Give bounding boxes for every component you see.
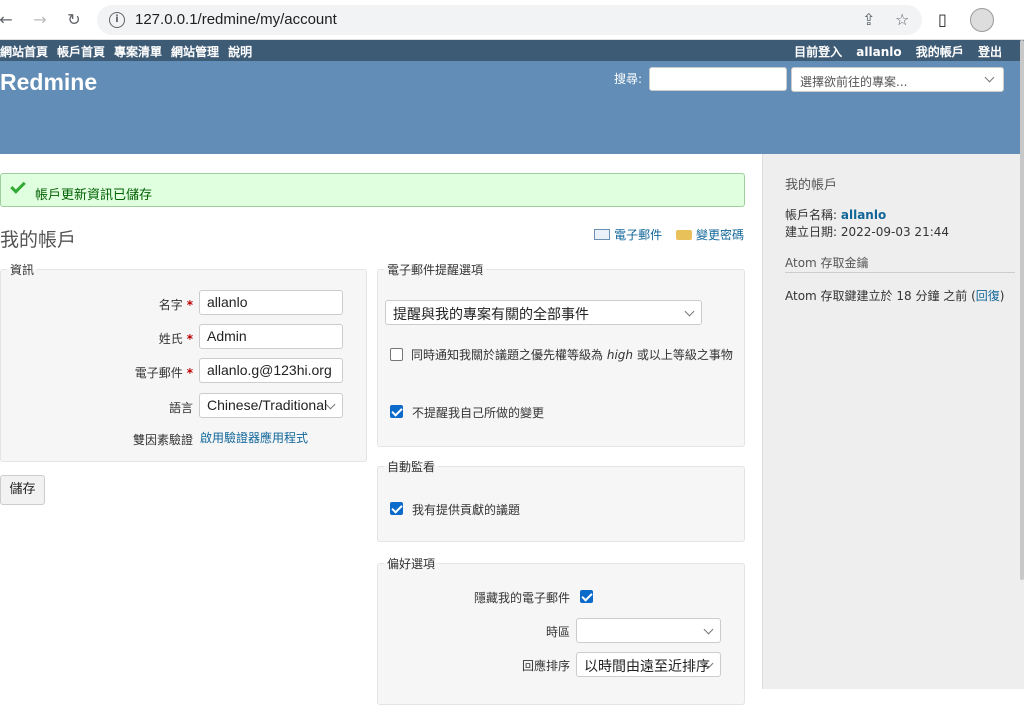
- logged-in-prefix: 目前登入: [794, 45, 843, 59]
- language-label: 語言: [168, 401, 193, 415]
- sidebar: 我的帳戶 帳戶名稱: allanlo 建立日期: 2022-09-03 21:4…: [762, 154, 1024, 689]
- sidebar-created-value: 2022-09-03 21:44: [840, 225, 950, 239]
- sidebar-toggle-icon[interactable]: ▯: [938, 10, 947, 29]
- forward-arrow-icon[interactable]: →: [30, 10, 50, 30]
- sidebar-login-row: 帳戶名稱: allanlo: [785, 206, 886, 223]
- sidebar-login-label: 帳戶名稱:: [785, 208, 838, 222]
- star-icon[interactable]: ☆: [895, 10, 909, 29]
- checkmark-icon: [10, 178, 26, 194]
- no-self-notified-label: 不提醒我自己所做的變更: [412, 406, 545, 420]
- comments-order-select[interactable]: 以時間由遠至近排序: [576, 652, 721, 677]
- sidebar-atom-title: Atom 存取金鑰: [785, 256, 869, 270]
- email-input[interactable]: allanlo.g@123hi.org: [199, 358, 343, 383]
- flash-notice: 帳戶更新資訊已儲存: [0, 173, 745, 207]
- hide-mail-checkbox[interactable]: [580, 590, 593, 603]
- reload-icon[interactable]: ↻: [64, 10, 84, 30]
- header: Redmine 搜尋: 選擇欲前往的專案...: [0, 61, 1024, 154]
- top-menu-home[interactable]: 網站首頁: [0, 45, 48, 59]
- required-mark: *: [186, 366, 193, 380]
- email-icon: [594, 229, 611, 240]
- comments-order-select-value: 以時間由遠至近排序: [584, 658, 710, 674]
- mail-notification-legend: 電子郵件提醒選項: [387, 263, 484, 277]
- sidebar-atom-text: Atom 存取鍵建立於 18 分鐘 之前 (: [785, 289, 976, 303]
- top-menu-projects[interactable]: 專案清單: [114, 45, 162, 59]
- info-legend: 資訊: [10, 263, 35, 277]
- logged-in-as: 目前登入 allanlo: [784, 45, 902, 59]
- auto-watch-legend: 自動監看: [387, 460, 436, 474]
- auto-watch-contributed-checkbox[interactable]: [390, 502, 403, 515]
- preferences-legend: 偏好選項: [387, 557, 436, 571]
- auto-watch-contributed-label: 我有提供貢獻的議題: [412, 503, 521, 517]
- search-label: 搜尋:: [614, 72, 643, 86]
- sidebar-login-value[interactable]: allanlo: [841, 208, 886, 222]
- twofa-label: 雙因素驗證: [132, 433, 193, 447]
- high-priority-text-pre: 同時通知我關於議題之優先權等級為: [411, 348, 604, 362]
- change-password-link[interactable]: 變更密碼: [696, 228, 744, 242]
- lastname-label-text: 姓氏: [158, 332, 183, 346]
- site-title[interactable]: Redmine: [0, 69, 97, 96]
- key-icon: [675, 229, 692, 240]
- high-priority-label: 同時通知我關於議題之優先權等級為 high 或以上等級之事物: [389, 344, 739, 366]
- project-jump-text: 選擇欲前往的專案...: [800, 75, 908, 89]
- logged-in-username[interactable]: allanlo: [856, 45, 901, 59]
- required-mark: *: [186, 298, 193, 312]
- mail-notification-select[interactable]: 提醒與我的專案有關的全部事件: [385, 300, 702, 325]
- share-icon[interactable]: ⇪: [862, 10, 875, 29]
- sidebar-atom-reset-link[interactable]: 回復: [976, 289, 1000, 303]
- url-text[interactable]: 127.0.0.1/redmine/my/account: [135, 11, 337, 28]
- top-menu-help[interactable]: 說明: [228, 45, 252, 59]
- top-menu-left: 網站首頁 帳戶首頁 專案清單 網站管理 說明: [0, 43, 261, 60]
- main-content: 帳戶更新資訊已儲存 我的帳戶 電子郵件 變更密碼 資訊 名字 * allanlo …: [0, 154, 762, 705]
- email-label: 電子郵件 *: [60, 364, 193, 381]
- comments-order-label: 回應排序: [521, 659, 570, 673]
- mail-notification-select-value: 提醒與我的專案有關的全部事件: [393, 306, 589, 322]
- chevron-down-icon: [984, 72, 995, 83]
- chevron-down-icon: [703, 624, 714, 635]
- top-menu-logout[interactable]: 登出: [978, 45, 1002, 59]
- lastname-label: 姓氏 *: [60, 330, 193, 347]
- sidebar-atom-close: ): [999, 289, 1005, 303]
- sidebar-divider: [785, 272, 1015, 273]
- sidebar-created-label: 建立日期:: [785, 225, 838, 239]
- auto-watch-fieldset: 自動監看: [377, 458, 745, 542]
- email-label-text: 電子郵件: [134, 366, 183, 380]
- chevron-down-icon: [684, 306, 695, 317]
- sidebar-title: 我的帳戶: [785, 178, 838, 193]
- save-button[interactable]: 儲存: [0, 475, 45, 505]
- profile-avatar-icon[interactable]: [970, 8, 994, 32]
- language-select-value: Chinese/Traditional: [207, 397, 328, 413]
- flash-notice-text: 帳戶更新資訊已儲存: [35, 188, 153, 203]
- high-priority-text-post: 或以上等級之事物: [636, 348, 733, 362]
- hide-mail-label: 隱藏我的電子郵件: [473, 591, 570, 605]
- lastname-input[interactable]: Admin: [199, 324, 343, 349]
- timezone-select[interactable]: [576, 618, 721, 643]
- no-self-notified-checkbox[interactable]: [390, 405, 403, 418]
- page-title: 我的帳戶: [0, 229, 77, 251]
- sidebar-atom-row: Atom 存取鍵建立於 18 分鐘 之前 (回復): [785, 288, 1015, 305]
- email-addresses-link[interactable]: 電子郵件: [614, 228, 662, 242]
- top-menu-my-page[interactable]: 帳戶首頁: [57, 45, 105, 59]
- info-icon[interactable]: i: [109, 12, 125, 28]
- contextual-links: 電子郵件 變更密碼: [594, 226, 744, 243]
- language-select[interactable]: Chinese/Traditional: [199, 393, 343, 418]
- back-arrow-icon[interactable]: ←: [0, 10, 16, 30]
- browser-chrome: ← → ↻ i 127.0.0.1/redmine/my/account ⇪ ☆…: [0, 0, 1024, 40]
- required-mark: *: [186, 332, 193, 346]
- firstname-label: 名字 *: [60, 296, 193, 313]
- project-jump-select[interactable]: 選擇欲前往的專案...: [791, 67, 1004, 92]
- top-menu: 網站首頁 帳戶首頁 專案清單 網站管理 說明 目前登入 allanlo 我的帳戶 登出: [0, 40, 1024, 61]
- page-scrollbar[interactable]: [1020, 40, 1024, 580]
- top-menu-my-account[interactable]: 我的帳戶: [916, 45, 964, 59]
- twofa-enable-link[interactable]: 啟用驗證器應用程式: [200, 429, 308, 446]
- search-input[interactable]: [649, 67, 787, 91]
- firstname-input[interactable]: allanlo: [199, 290, 343, 315]
- sidebar-created-row: 建立日期: 2022-09-03 21:44: [785, 223, 949, 240]
- high-priority-text-em: high: [606, 348, 634, 362]
- top-menu-right: 目前登入 allanlo 我的帳戶 登出: [774, 43, 1002, 60]
- address-bar[interactable]: i 127.0.0.1/redmine/my/account ⇪ ☆: [97, 5, 922, 35]
- firstname-label-text: 名字: [158, 298, 183, 312]
- top-menu-administration[interactable]: 網站管理: [171, 45, 219, 59]
- timezone-label: 時區: [545, 625, 570, 639]
